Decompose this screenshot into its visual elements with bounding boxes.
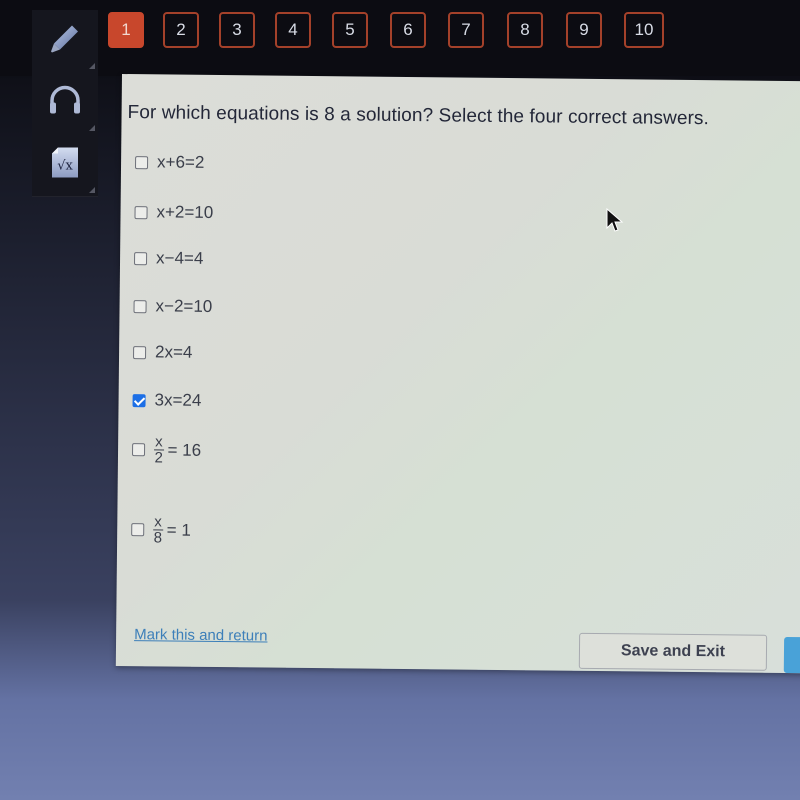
question-nav-5[interactable]: 5: [332, 12, 368, 48]
answer-option-2[interactable]: x+2=10: [134, 202, 213, 223]
answer-option-3[interactable]: x−4=4: [134, 248, 203, 269]
option-label: x+2=10: [156, 202, 214, 222]
option-label: 3x=24: [154, 390, 202, 410]
question-nav-10[interactable]: 10: [624, 12, 664, 48]
audio-tool-button[interactable]: [32, 72, 98, 135]
question-nav-2[interactable]: 2: [163, 12, 199, 48]
checkbox[interactable]: [131, 523, 145, 537]
answer-option-5[interactable]: 2x=4: [133, 342, 193, 363]
option-label: x+6=2: [156, 152, 205, 172]
answer-option-6[interactable]: 3x=24: [132, 390, 201, 411]
save-and-exit-button[interactable]: Save and Exit: [578, 632, 768, 671]
checkbox[interactable]: [134, 205, 148, 219]
question-nav-8[interactable]: 8: [507, 12, 543, 48]
question-panel: For which equations is 8 a solution? Sel…: [115, 74, 800, 674]
option-label: x−2=10: [155, 296, 213, 316]
svg-text:√x: √x: [57, 159, 73, 174]
question-nav-3[interactable]: 3: [219, 12, 255, 48]
option-label: 2x=4: [154, 342, 193, 362]
mark-and-return-link[interactable]: Mark this and return: [134, 626, 268, 644]
answer-option-8[interactable]: x 8 = 1: [131, 513, 191, 547]
checkbox[interactable]: [133, 345, 147, 359]
question-nav-7[interactable]: 7: [448, 12, 484, 48]
pencil-icon: [48, 22, 82, 61]
next-button[interactable]: [783, 636, 800, 674]
option-rhs: = 1: [166, 519, 191, 540]
option-rhs: = 16: [167, 439, 202, 460]
question-prompt: For which equations is 8 a solution? Sel…: [127, 102, 710, 130]
checkbox[interactable]: [134, 251, 148, 265]
checkbox-checked[interactable]: [132, 393, 146, 407]
fraction: x 2: [154, 433, 164, 467]
question-nav-4[interactable]: 4: [275, 12, 311, 48]
math-tool-button[interactable]: √x: [32, 134, 98, 197]
fraction: x 8: [153, 513, 163, 547]
checkbox[interactable]: [133, 299, 147, 313]
option-label: x−4=4: [155, 248, 204, 268]
headphones-icon: [47, 85, 83, 122]
answer-option-7[interactable]: x 2 = 16: [131, 433, 202, 467]
answer-option-1[interactable]: x+6=2: [135, 152, 204, 173]
mouse-cursor-icon: [606, 207, 624, 239]
checkbox[interactable]: [135, 155, 149, 169]
square-root-icon: √x: [48, 146, 82, 185]
checkbox[interactable]: [131, 443, 146, 457]
question-nav-1[interactable]: 1: [108, 12, 144, 48]
pencil-tool-button[interactable]: [32, 10, 98, 73]
answer-option-4[interactable]: x−2=10: [133, 296, 212, 317]
question-nav-6[interactable]: 6: [390, 12, 426, 48]
question-nav-9[interactable]: 9: [566, 12, 602, 48]
